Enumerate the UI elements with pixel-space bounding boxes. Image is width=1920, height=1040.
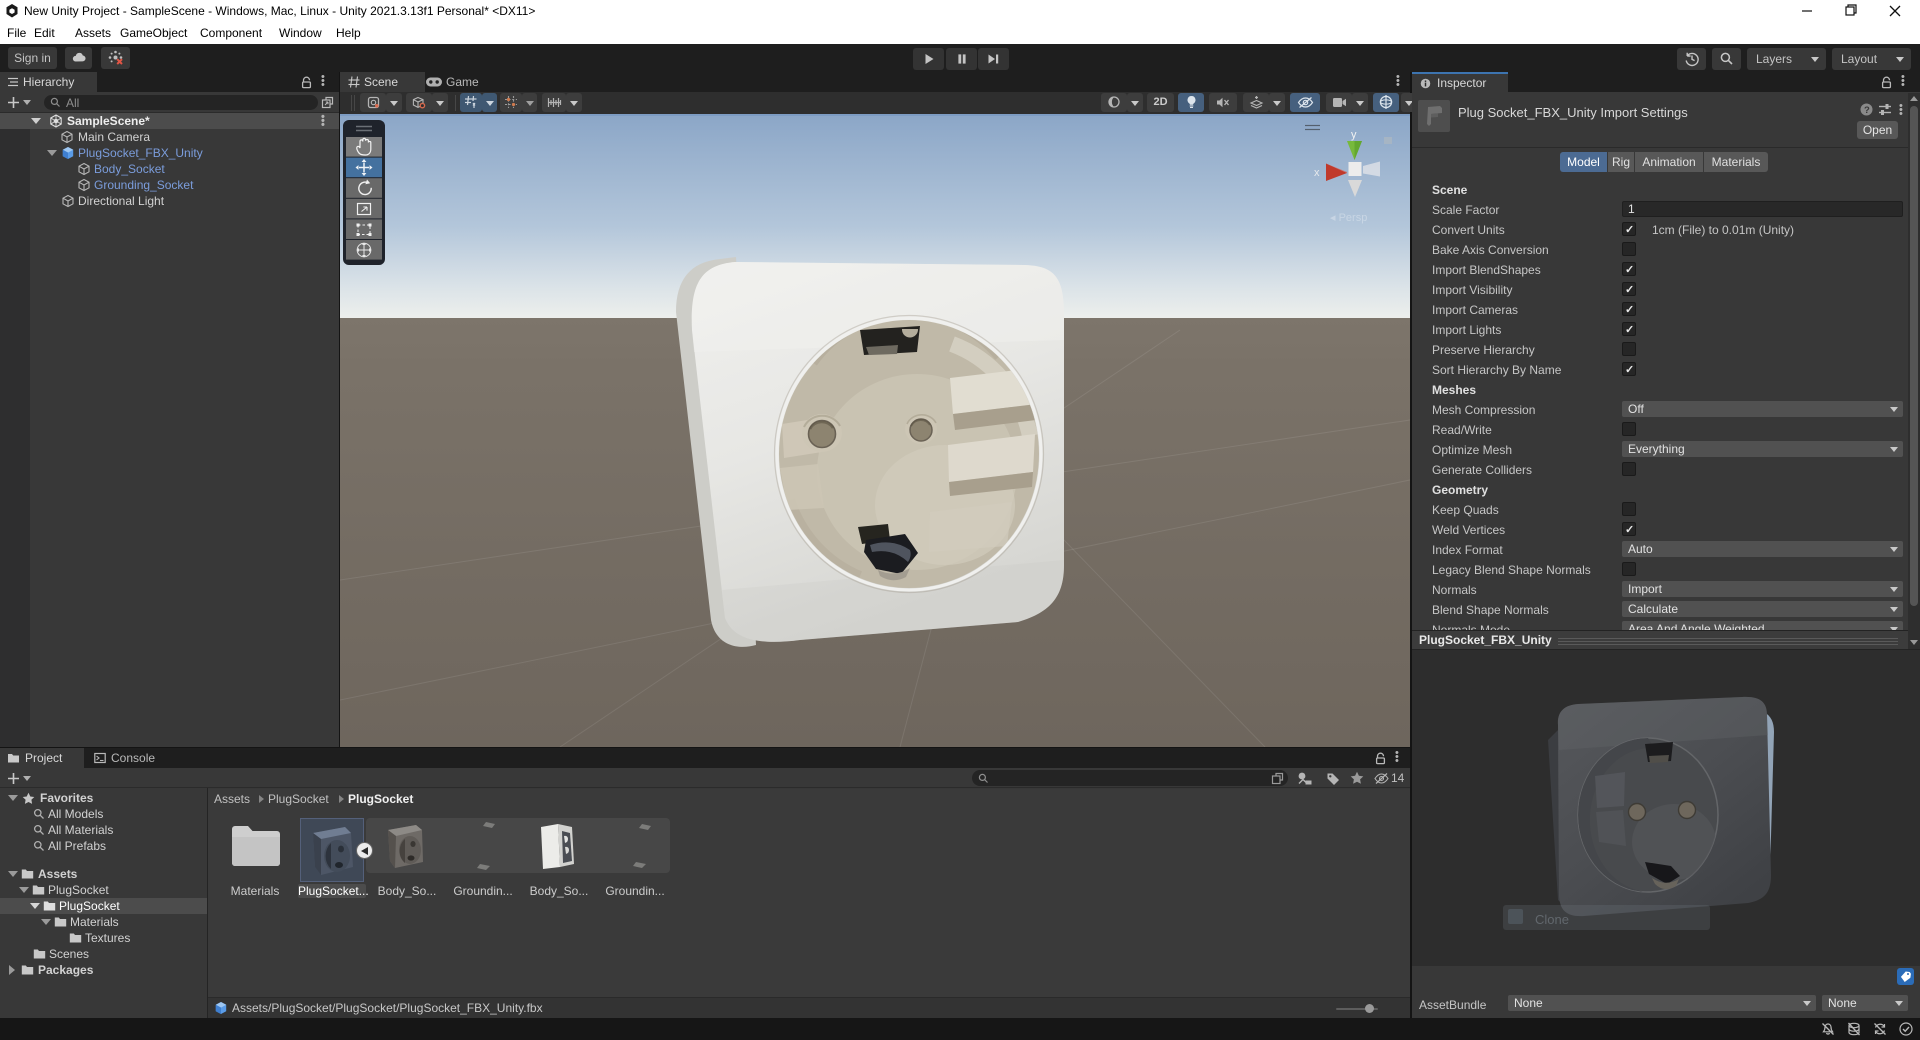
svg-text:y: y <box>1351 129 1357 141</box>
svg-text:Clone: Clone <box>1535 912 1569 927</box>
svg-text:◂ Persp: ◂ Persp <box>1330 212 1367 224</box>
svg-text:x: x <box>1314 167 1320 179</box>
svg-text:?: ? <box>1864 105 1870 116</box>
